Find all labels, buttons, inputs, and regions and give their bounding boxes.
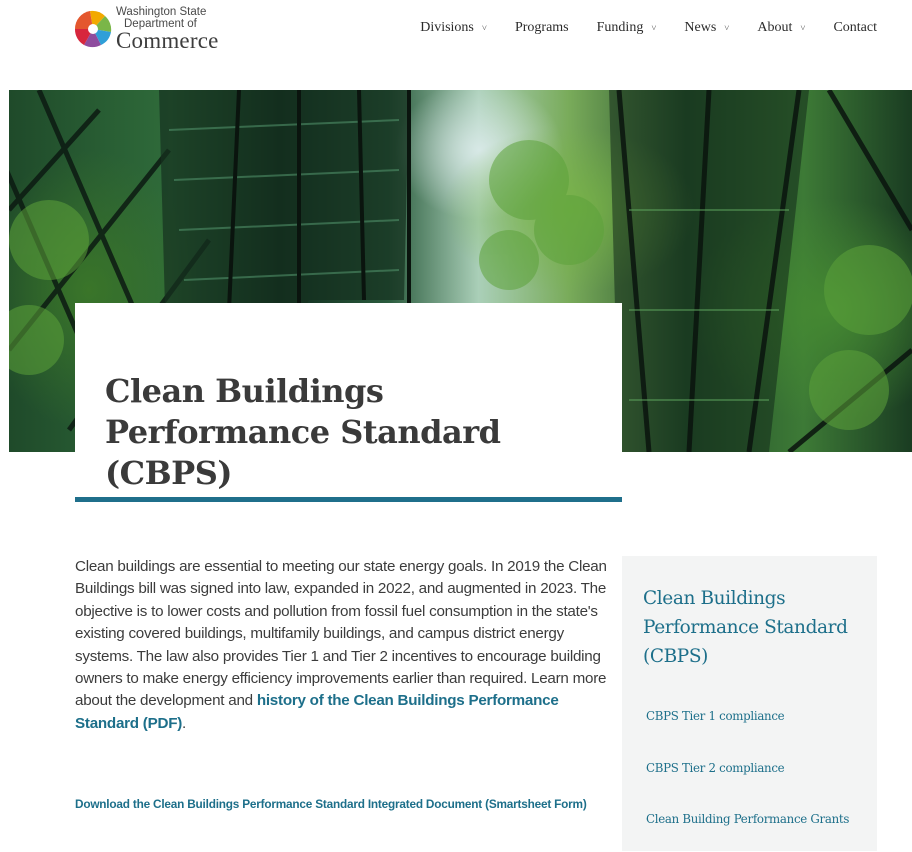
intro-text: Clean buildings are essential to meeting… <box>75 558 607 710</box>
chevron-down-icon: ˅ <box>481 23 487 33</box>
logo-star-icon <box>74 4 112 54</box>
sidebar-title: Clean Buildings Performance Standard (CB… <box>643 588 848 667</box>
logo-wordmark: Washington State Department of Commerce <box>116 4 219 53</box>
sidebar-panel: Clean Buildings Performance Standard (CB… <box>622 556 877 851</box>
nav-label: Contact <box>833 20 877 35</box>
download-integrated-document-link[interactable]: Download the Clean Buildings Performance… <box>75 797 587 811</box>
sidebar-link-tier1-compliance[interactable]: CBPS Tier 1 compliance <box>646 709 785 723</box>
nav-label: Programs <box>514 20 569 35</box>
site-header: Washington State Department of Commerce … <box>0 0 912 60</box>
page-title: Clean Buildings Performance Standard (CB… <box>105 372 501 492</box>
page-title-card: Clean Buildings Performance Standard (CB… <box>75 303 622 503</box>
logo-line-commerce: Commerce <box>116 28 219 53</box>
nav-label: Divisions <box>420 20 474 35</box>
nav-funding[interactable]: Funding ˅ <box>597 20 657 36</box>
sidebar-link-performance-grants[interactable]: Clean Building Performance Grants <box>646 812 849 826</box>
sidebar-link-tier2-compliance[interactable]: CBPS Tier 2 compliance <box>646 761 785 775</box>
logo-line-washington-state: Washington State <box>116 6 207 18</box>
nav-programs[interactable]: Programs <box>515 20 569 36</box>
nav-divisions[interactable]: Divisions ˅ <box>420 20 487 36</box>
intro-paragraph: Clean buildings are essential to meeting… <box>75 556 610 735</box>
nav-news[interactable]: News ˅ <box>684 20 729 36</box>
nav-label: About <box>757 20 793 35</box>
nav-label: Funding <box>596 20 644 35</box>
nav-about[interactable]: About ˅ <box>757 20 805 36</box>
commerce-logo[interactable]: Washington State Department of Commerce <box>74 4 219 54</box>
chevron-down-icon: ˅ <box>651 23 657 33</box>
chevron-down-icon: ˅ <box>800 23 806 33</box>
nav-label: News <box>684 20 717 35</box>
main-nav: Divisions ˅ Programs Funding ˅ News ˅ Ab… <box>392 20 877 36</box>
chevron-down-icon: ˅ <box>724 23 730 33</box>
nav-contact[interactable]: Contact <box>833 20 877 36</box>
intro-end: . <box>182 714 187 732</box>
title-divider <box>75 497 622 502</box>
